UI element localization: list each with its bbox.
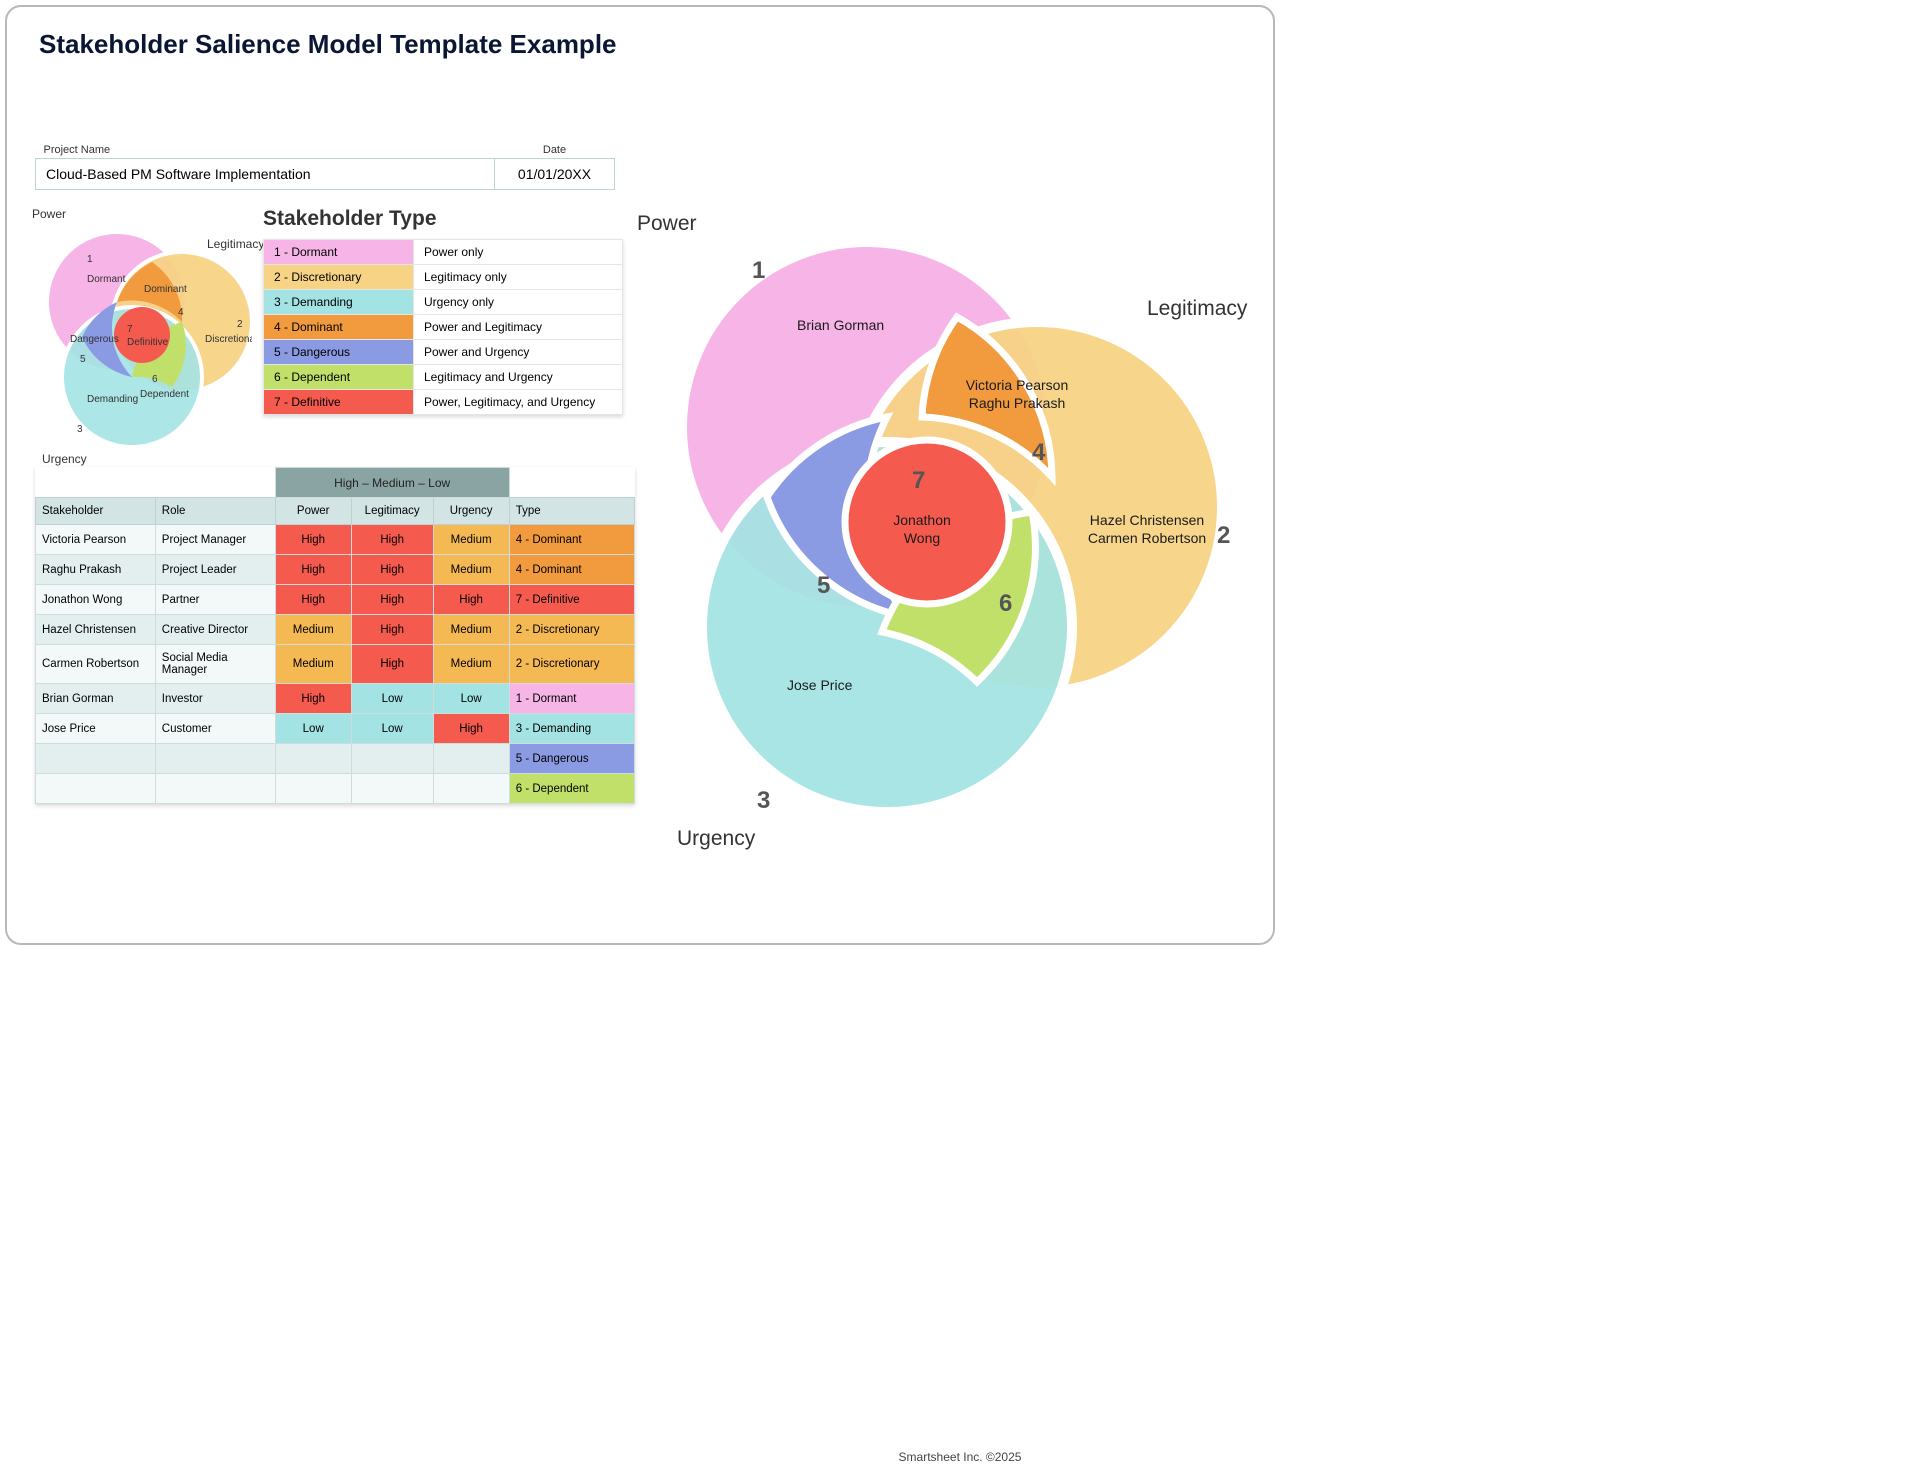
region-1-num: 1	[752, 257, 765, 285]
table-row: 6 - Dependent	[36, 774, 635, 804]
svg-text:Discretionary: Discretionary	[205, 334, 252, 345]
type-row-5: 5 - Dangerous	[264, 340, 414, 365]
table-row: Jose PriceCustomerLowLowHigh3 - Demandin…	[36, 714, 635, 744]
project-info-table: Project Name Date Cloud-Based PM Softwar…	[35, 142, 615, 190]
type-desc-3: Urgency only	[414, 290, 623, 315]
region-3-name: Jose Price	[787, 677, 852, 693]
region-3-num: 3	[757, 787, 770, 815]
region-5-num: 5	[817, 572, 830, 600]
col-role: Role	[155, 498, 275, 525]
region-6-num: 6	[999, 590, 1012, 618]
svg-text:Dominant: Dominant	[144, 284, 187, 295]
type-desc-6: Legitimacy and Urgency	[414, 365, 623, 390]
region-1-name: Brian Gorman	[797, 317, 884, 333]
table-row: Raghu PrakashProject LeaderHighHighMediu…	[36, 555, 635, 585]
region-4-name-a: Victoria Pearson	[947, 377, 1087, 393]
table-row: Hazel ChristensenCreative DirectorMedium…	[36, 615, 635, 645]
svg-text:Dangerous: Dangerous	[70, 334, 119, 345]
rating-caption: High – Medium – Low	[275, 468, 509, 498]
type-desc-1: Power only	[414, 240, 623, 265]
type-desc-4: Power and Legitimacy	[414, 315, 623, 340]
page-frame: Stakeholder Salience Model Template Exam…	[5, 5, 1275, 945]
type-row-3: 3 - Demanding	[264, 290, 414, 315]
region-7-num: 7	[912, 467, 925, 495]
footer-text: Smartsheet Inc. ©2025	[0, 1450, 1920, 1464]
big-legitimacy-label: Legitimacy	[1147, 297, 1247, 321]
small-venn-legend: 1 Dormant Dominant 4 Discretionary 2 7 D…	[32, 207, 252, 467]
table-row: Brian GormanInvestorHighLowLow1 - Dorman…	[36, 684, 635, 714]
region-2-num: 2	[1217, 522, 1230, 550]
svg-text:2: 2	[237, 319, 243, 330]
type-desc-2: Legitimacy only	[414, 265, 623, 290]
col-urgency: Urgency	[433, 498, 509, 525]
big-power-label: Power	[637, 212, 697, 236]
region-2-name-b: Carmen Robertson	[1077, 530, 1217, 546]
region-7-name-b: Wong	[872, 530, 972, 546]
table-row: Carmen RobertsonSocial Media ManagerMedi…	[36, 645, 635, 684]
type-desc-7: Power, Legitimacy, and Urgency	[414, 390, 623, 415]
svg-text:Dormant: Dormant	[87, 274, 126, 285]
col-stakeholder: Stakeholder	[36, 498, 156, 525]
small-legitimacy-label: Legitimacy	[207, 237, 264, 251]
project-name-value: Cloud-Based PM Software Implementation	[36, 159, 495, 190]
region-4-num: 4	[1032, 439, 1045, 467]
region-4-name-b: Raghu Prakash	[947, 395, 1087, 411]
stakeholder-main-table: High – Medium – Low Stakeholder Role Pow…	[35, 467, 635, 804]
svg-text:1: 1	[87, 254, 93, 265]
col-type: Type	[509, 498, 634, 525]
small-power-label: Power	[32, 207, 66, 221]
svg-text:3: 3	[77, 424, 83, 435]
type-row-2: 2 - Discretionary	[264, 265, 414, 290]
type-row-6: 6 - Dependent	[264, 365, 414, 390]
type-row-4: 4 - Dominant	[264, 315, 414, 340]
page-title: Stakeholder Salience Model Template Exam…	[39, 29, 617, 60]
svg-text:7: 7	[127, 324, 133, 335]
small-urgency-label: Urgency	[42, 452, 87, 466]
large-venn-diagram: Power Legitimacy Urgency 1 2 3 4 5 6 7 B…	[637, 177, 1277, 877]
type-desc-5: Power and Urgency	[414, 340, 623, 365]
stakeholder-type-heading: Stakeholder Type	[263, 207, 437, 231]
table-row: 5 - Dangerous	[36, 744, 635, 774]
big-urgency-label: Urgency	[677, 827, 755, 851]
svg-text:Demanding: Demanding	[87, 394, 138, 405]
table-row: Jonathon WongPartnerHighHighHigh7 - Defi…	[36, 585, 635, 615]
svg-text:5: 5	[80, 354, 86, 365]
type-row-1: 1 - Dormant	[264, 240, 414, 265]
date-header: Date	[495, 142, 615, 159]
stakeholder-type-table: 1 - DormantPower only2 - DiscretionaryLe…	[263, 239, 623, 415]
region-7-name-a: Jonathon	[872, 512, 972, 528]
col-legitimacy: Legitimacy	[351, 498, 433, 525]
svg-text:4: 4	[178, 307, 184, 318]
svg-text:6: 6	[152, 374, 158, 385]
svg-text:Dependent: Dependent	[140, 389, 189, 400]
region-2-name-a: Hazel Christensen	[1077, 512, 1217, 528]
table-row: Victoria PearsonProject ManagerHighHighM…	[36, 525, 635, 555]
project-name-header: Project Name	[36, 142, 495, 159]
svg-text:Definitive: Definitive	[127, 337, 169, 348]
type-row-7: 7 - Definitive	[264, 390, 414, 415]
date-value: 01/01/20XX	[495, 159, 615, 190]
col-power: Power	[275, 498, 351, 525]
